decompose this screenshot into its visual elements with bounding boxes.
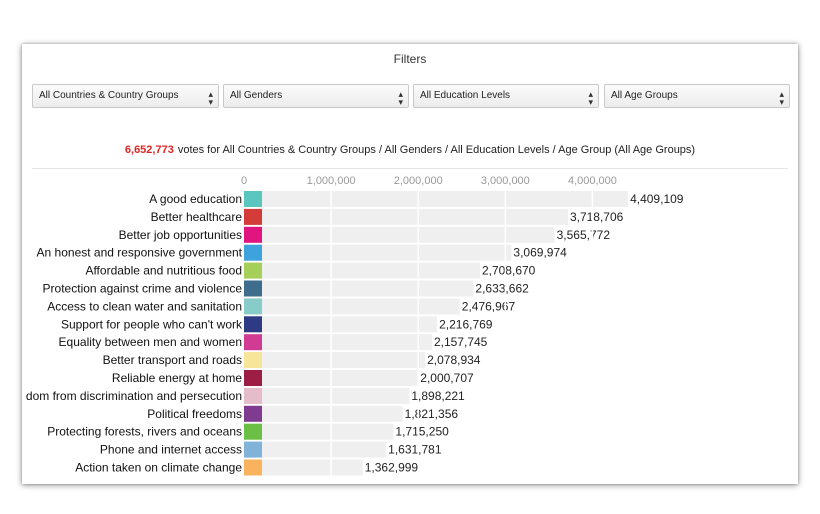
bar-color-swatch [244, 441, 262, 458]
value-label: 3,069,974 [513, 246, 567, 260]
value-label: 2,476,967 [462, 299, 516, 313]
bar-color-swatch [244, 352, 262, 369]
bar-color-swatch [244, 262, 262, 279]
category-label: Phone and internet access [100, 443, 242, 457]
category-label: Equality between men and women [59, 335, 242, 349]
value-label: 1,821,356 [405, 407, 459, 421]
bar [244, 298, 460, 315]
category-label: An honest and responsive government [37, 246, 243, 260]
value-label: 2,078,934 [427, 353, 481, 367]
bar-color-swatch [244, 191, 262, 207]
value-label: 3,718,706 [570, 210, 624, 224]
x-tick-label: 2,000,000 [394, 175, 443, 187]
value-label: 2,216,769 [439, 317, 493, 331]
bar-color-swatch [244, 459, 262, 476]
bar [244, 423, 394, 440]
bar [244, 191, 629, 207]
bar [244, 316, 438, 333]
category-label: Affordable and nutritious food [85, 264, 242, 278]
value-label: 1,715,250 [395, 425, 449, 439]
category-label: Action taken on climate change [75, 461, 242, 475]
bar [244, 262, 480, 279]
value-label: 4,409,109 [630, 192, 684, 206]
bar-color-swatch [244, 244, 262, 261]
bar-color-swatch [244, 316, 262, 333]
bar [244, 441, 387, 458]
bar-color-swatch [244, 280, 262, 297]
value-label: 2,000,707 [420, 371, 474, 385]
filters-card: Filters All Countries & Country Groups ▴… [22, 44, 798, 484]
value-label: 2,708,670 [482, 264, 536, 278]
bar [244, 244, 512, 261]
category-label: Protection against crime and violence [43, 282, 243, 296]
bar-color-swatch [244, 208, 262, 225]
bar [244, 226, 555, 243]
category-label: Access to clean water and sanitation [47, 299, 242, 313]
category-label: Better healthcare [151, 210, 243, 224]
value-label: 1,631,781 [388, 443, 442, 457]
bar-color-swatch [244, 334, 262, 351]
bar [244, 280, 474, 297]
value-label: 2,633,662 [475, 282, 529, 296]
category-label: dom from discrimination and persecution [26, 389, 242, 403]
category-label: Political freedoms [147, 407, 242, 421]
value-label: 1,898,221 [411, 389, 465, 403]
bar [244, 387, 410, 404]
x-tick-label: 1,000,000 [307, 175, 356, 187]
bar-color-swatch [244, 298, 262, 315]
x-tick-label: 0 [241, 175, 247, 187]
bar-color-swatch [244, 387, 262, 404]
category-label: A good education [149, 192, 242, 206]
votes-bar-chart: 0 1,000,000 2,000,000 3,000,000 4,000,000 A g… [26, 175, 684, 478]
category-label: Better transport and roads [103, 353, 242, 367]
category-label: Reliable energy at home [112, 371, 242, 385]
bar [244, 208, 568, 225]
x-tick-label: 3,000,000 [481, 175, 530, 187]
bar [244, 405, 403, 422]
category-label: Protecting forests, rivers and oceans [47, 425, 242, 439]
value-label: 2,157,745 [434, 335, 488, 349]
bar [244, 352, 426, 369]
value-label: 3,565,772 [557, 228, 611, 242]
x-tick-label: 4,000,000 [568, 175, 617, 187]
bar-color-swatch [244, 226, 262, 243]
bar-color-swatch [244, 423, 262, 440]
bar [244, 334, 432, 351]
bar-color-swatch [244, 405, 262, 422]
bar-color-swatch [244, 370, 262, 386]
category-label: Support for people who can't work [61, 317, 243, 331]
category-label: Better job opportunities [119, 228, 242, 242]
value-label: 1,362,999 [365, 461, 419, 475]
